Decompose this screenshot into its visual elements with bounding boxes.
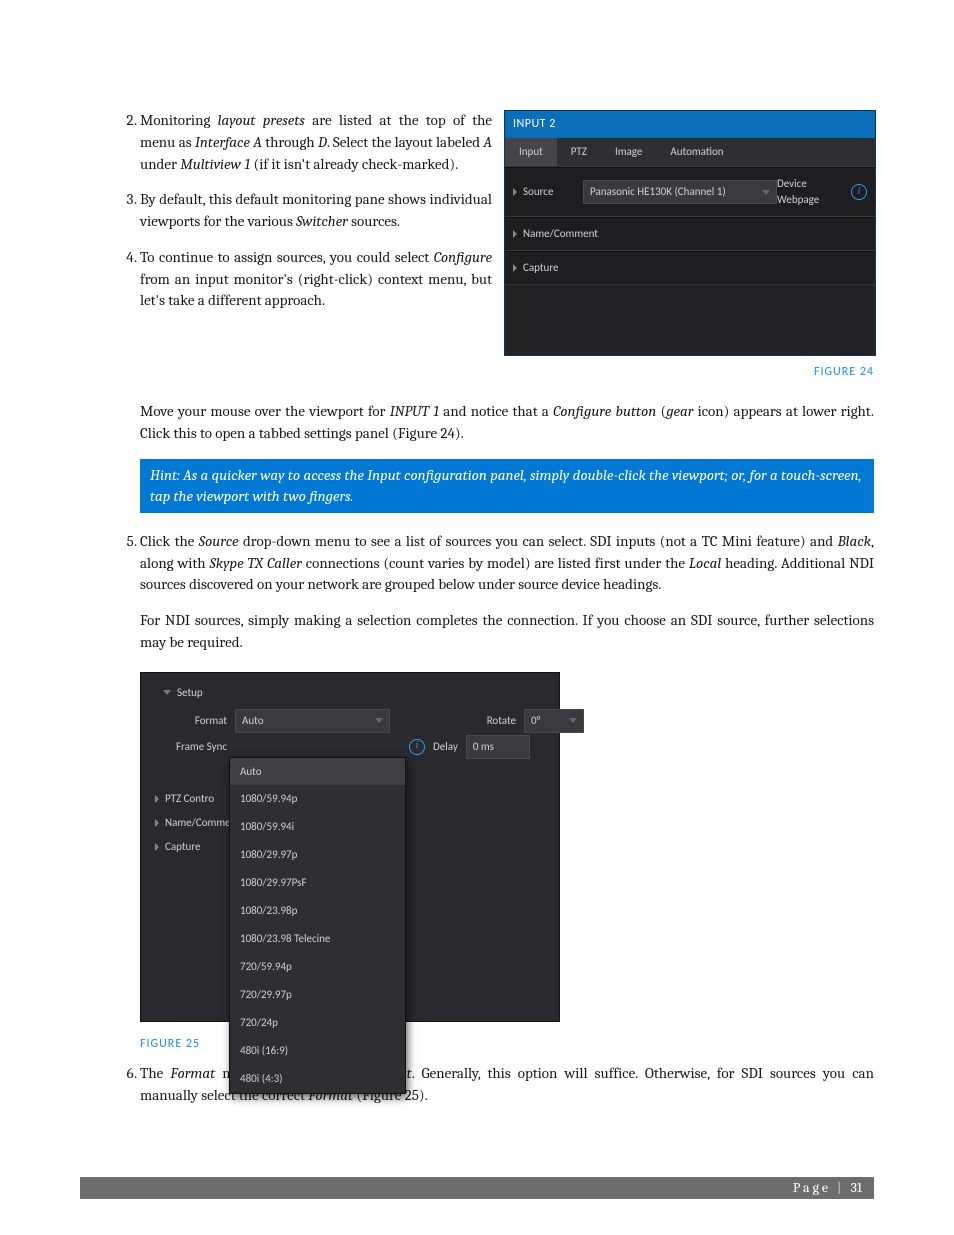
- list-item: Click the Source drop-down menu to see a…: [140, 531, 874, 654]
- instruction-list-cont: Click the Source drop-down menu to see a…: [80, 531, 874, 654]
- panel-body: [505, 285, 875, 355]
- delay-label: Delay: [433, 739, 458, 755]
- delay-field[interactable]: 0 ms: [466, 735, 530, 759]
- panel-title: INPUT 2: [505, 111, 875, 138]
- accordion-capture[interactable]: Capture: [505, 251, 875, 285]
- info-icon[interactable]: i: [409, 739, 425, 755]
- tab-ptz[interactable]: PTZ: [557, 138, 601, 166]
- menu-item[interactable]: Auto: [230, 758, 405, 786]
- menu-item[interactable]: 480i (4:3): [230, 1065, 405, 1093]
- figure-24-block: INPUT 2 Input PTZ Image Automation Sourc…: [504, 110, 874, 381]
- device-webpage-link[interactable]: Device Webpage: [777, 176, 843, 208]
- tab-automation[interactable]: Automation: [656, 138, 737, 166]
- format-label: Format: [157, 713, 227, 729]
- menu-item[interactable]: 1080/29.97PsF: [230, 869, 405, 897]
- panel-tabs: Input PTZ Image Automation: [505, 138, 875, 167]
- format-dropdown[interactable]: Auto: [235, 709, 390, 733]
- setup-panel: Setup Format Auto Rotate 0° Frame Sync i…: [140, 672, 560, 1022]
- tab-input[interactable]: Input: [505, 138, 557, 166]
- chevron-down-icon: [762, 190, 770, 195]
- input-config-panel: INPUT 2 Input PTZ Image Automation Sourc…: [504, 110, 876, 356]
- chevron-down-icon: [375, 718, 383, 723]
- menu-item[interactable]: 720/29.97p: [230, 981, 405, 1009]
- tab-image[interactable]: Image: [601, 138, 656, 166]
- menu-item[interactable]: 480i (16:9): [230, 1037, 405, 1065]
- disclosure-icon: [155, 819, 159, 827]
- menu-item[interactable]: 720/59.94p: [230, 953, 405, 981]
- document-page: INPUT 2 Input PTZ Image Automation Sourc…: [0, 0, 954, 1235]
- disclosure-icon: [513, 230, 517, 238]
- format-menu[interactable]: Auto 1080/59.94p 1080/59.94i 1080/29.97p…: [229, 757, 406, 1094]
- rotate-label: Rotate: [456, 713, 516, 729]
- source-value: Panasonic HE130K (Channel 1): [590, 184, 726, 200]
- hint-callout: Hint: As a quicker way to access the Inp…: [140, 459, 874, 513]
- menu-item[interactable]: 1080/59.94i: [230, 813, 405, 841]
- body-paragraph: Move your mouse over the viewport for IN…: [140, 401, 874, 445]
- instruction-list-cont2: The Format menu defaults to Auto-Detect.…: [80, 1063, 874, 1107]
- disclosure-icon: [155, 795, 159, 803]
- chevron-down-icon: [163, 690, 171, 695]
- disclosure-icon: [513, 264, 517, 272]
- menu-item[interactable]: 1080/29.97p: [230, 841, 405, 869]
- menu-item[interactable]: 720/24p: [230, 1009, 405, 1037]
- accordion-name-comment[interactable]: Name/Comment: [505, 217, 875, 251]
- setup-heading[interactable]: Setup: [151, 681, 549, 709]
- page-footer: Page | 31: [80, 1177, 874, 1199]
- source-dropdown[interactable]: Panasonic HE130K (Channel 1): [583, 180, 777, 204]
- menu-item[interactable]: 1080/23.98p: [230, 897, 405, 925]
- rotate-dropdown[interactable]: 0°: [524, 709, 584, 733]
- frame-sync-label: Frame Sync: [157, 739, 227, 755]
- disclosure-icon: [155, 843, 159, 851]
- delay-row: i Delay 0 ms: [409, 735, 530, 759]
- menu-item[interactable]: 1080/59.94p: [230, 785, 405, 813]
- chevron-down-icon: [569, 718, 577, 723]
- source-row: Source Panasonic HE130K (Channel 1) Devi…: [505, 167, 875, 217]
- source-label: Source: [523, 184, 583, 200]
- disclosure-icon[interactable]: [513, 188, 517, 196]
- menu-item[interactable]: 1080/23.98 Telecine: [230, 925, 405, 953]
- figure-24-caption: FIGURE 24: [504, 364, 874, 381]
- info-icon[interactable]: i: [851, 184, 867, 200]
